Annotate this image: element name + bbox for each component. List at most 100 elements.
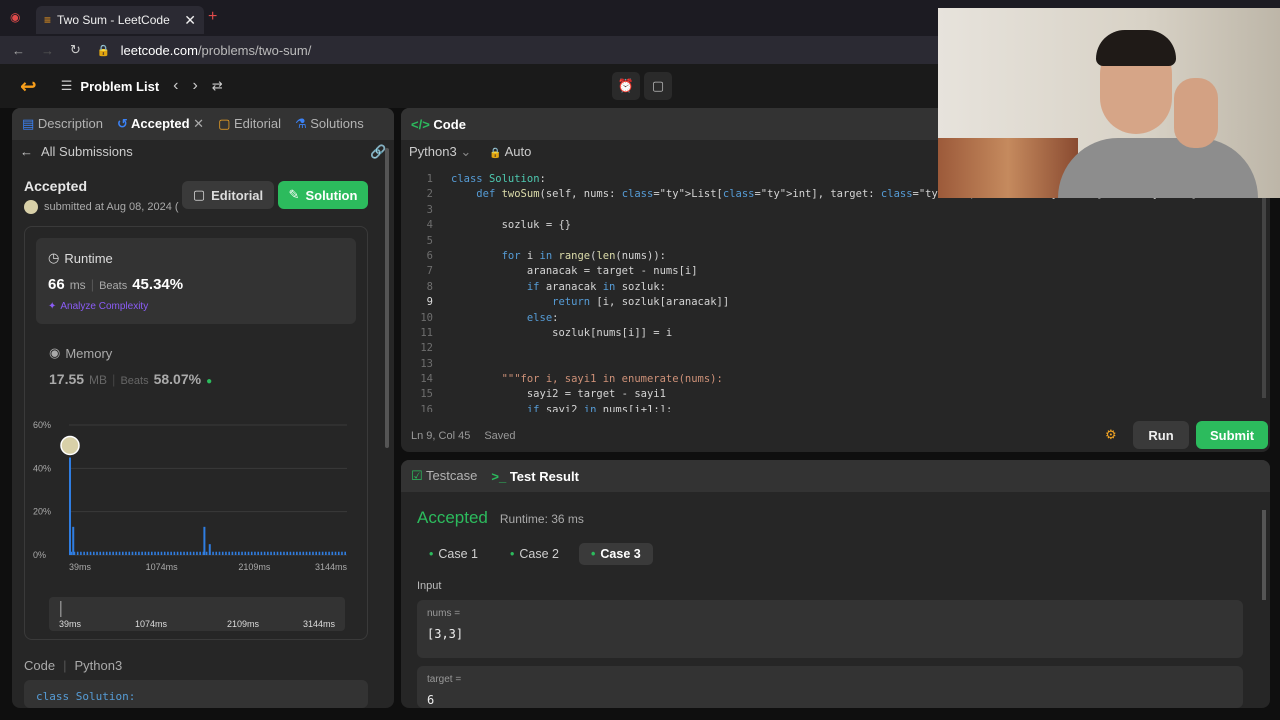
nums-input-box[interactable]: nums = [3,3] [417,600,1243,658]
chart-bar[interactable] [212,551,214,555]
code-line[interactable]: 8 if aranacak in sozluk: [409,280,1259,295]
chart-bar[interactable] [328,551,330,555]
leetcode-logo-icon[interactable]: ↩ [20,74,37,99]
code-line[interactable]: 16 if sayi2 in nums[i+1:]: [409,403,1259,412]
chart-bar-peak[interactable] [69,457,71,556]
chart-bar[interactable] [125,551,127,555]
close-tab-accepted-icon[interactable]: ✕ [193,116,204,131]
chart-bar[interactable] [257,551,259,555]
chart-bar[interactable] [131,551,134,555]
code-line[interactable]: 3 [409,203,1259,218]
chart-bar[interactable] [89,551,92,555]
chart-bar[interactable] [154,551,156,555]
chart-bar[interactable] [118,551,121,555]
run-button[interactable]: Run [1133,421,1189,449]
reload-icon[interactable]: ↻ [70,42,81,58]
chart-bar[interactable] [176,551,179,555]
browser-app-icon[interactable]: ◉ [10,10,20,24]
chart-bar[interactable] [138,551,140,555]
chart-bar[interactable] [170,551,172,555]
code-line[interactable]: 13 [409,357,1259,372]
debug-icon[interactable]: ⚙ [1105,427,1117,443]
chart-bar[interactable] [183,551,185,555]
case-2-tab[interactable]: • Case 2 [498,543,571,565]
chart-bar[interactable] [318,551,321,555]
editorial-button[interactable]: ▢ Editorial [182,181,274,209]
back-arrow-icon[interactable]: ← [12,43,25,58]
code-line[interactable]: 15 sayi2 = target - sayi1 [409,387,1259,402]
chart-bar[interactable] [76,551,79,555]
chart-bar[interactable] [102,551,105,555]
forward-arrow-icon[interactable]: → [41,43,54,58]
chart-bar[interactable] [218,551,221,555]
code-line[interactable]: 4 sozluk = {} [409,218,1259,233]
chart-bar[interactable] [260,551,263,555]
editor-scrollbar[interactable] [1262,198,1266,398]
code-line[interactable]: 11 sozluk[nums[i]] = i [409,326,1259,341]
tab-testcase[interactable]: ☑ Testcase [411,468,477,484]
chart-bar[interactable] [192,551,195,555]
chart-bar[interactable] [141,551,143,555]
problem-list-link[interactable]: Problem List [80,79,159,94]
memory-header[interactable]: ◉ Memory [49,345,112,361]
code-line[interactable]: 6 for i in range(len(nums)): [409,249,1259,264]
mini-chart-handle[interactable] [60,601,62,617]
chart-bar[interactable] [134,551,137,555]
code-line[interactable]: 5 [409,234,1259,249]
your-submission-marker[interactable] [60,435,80,456]
all-submissions-link[interactable]: ← All Submissions [20,144,133,159]
code-line[interactable]: 7 aranacak = target - nums[i] [409,264,1259,279]
chart-bar[interactable] [344,551,347,555]
left-panel-scrollbar[interactable] [385,148,389,448]
prev-problem-icon[interactable]: ‹ [173,77,178,95]
chart-bar[interactable] [279,551,282,555]
chart-bar[interactable] [221,551,224,555]
chart-bar[interactable] [273,551,276,555]
chart-bar-peak[interactable] [203,526,206,555]
chart-bar[interactable] [283,551,285,555]
chart-bar[interactable] [276,551,279,555]
analyze-complexity-link[interactable]: ✦ Analyze Complexity [48,301,148,312]
target-input-box[interactable]: target = 6 [417,666,1243,708]
chart-bar[interactable] [180,551,182,555]
chart-bar[interactable] [173,551,176,555]
chart-bar[interactable] [147,551,150,555]
tab-solutions[interactable]: ⚗ Solutions [295,116,364,132]
chart-bar[interactable] [144,551,147,555]
close-tab-icon[interactable]: ✕ [184,12,196,29]
shuffle-icon[interactable]: ⇄ [212,78,223,94]
chart-bar[interactable] [337,551,340,555]
case-3-tab[interactable]: • Case 3 [579,543,653,565]
chart-bar[interactable] [234,551,237,555]
chart-bar[interactable] [334,551,337,555]
tab-test-result[interactable]: >_ Test Result [491,469,579,484]
timer-icon[interactable]: ⏰ [612,72,640,100]
chart-bar[interactable] [305,551,308,555]
chart-bar-peak[interactable] [208,544,211,555]
share-link-icon[interactable]: 🔗 [370,144,386,160]
chart-bar[interactable] [189,551,192,555]
chart-bar[interactable] [247,551,250,555]
chart-bar[interactable] [205,551,208,555]
result-scrollbar[interactable] [1262,510,1266,600]
code-line[interactable]: 14 """for i, sayi1 in enumerate(nums): [409,372,1259,387]
chart-bar[interactable] [83,551,85,555]
chart-bar[interactable] [308,551,311,555]
chart-bar-peak[interactable] [72,526,75,555]
chart-bar[interactable] [286,551,288,555]
solution-button[interactable]: ✎ Solution [278,181,368,209]
chart-bar[interactable] [289,551,292,555]
chart-bar[interactable] [215,551,218,555]
chart-bar[interactable] [296,551,298,555]
runtime-distribution-chart[interactable]: 60% 40% 20% 0% 39ms 1074ms 2109ms 3144ms [25,417,369,587]
tab-accepted[interactable]: ↺ Accepted ✕ [117,116,204,132]
chart-bar[interactable] [228,551,230,555]
chart-bar[interactable] [270,551,272,555]
chart-bar[interactable] [99,551,102,555]
chart-bar[interactable] [325,551,327,555]
tab-code[interactable]: </> Code [411,117,466,132]
runtime-card[interactable]: ◷ Runtime 66 ms | Beats 45.34% ✦ Analyze C… [36,238,356,324]
chart-bar[interactable] [122,551,124,555]
chart-bar[interactable] [254,551,256,555]
chart-bar[interactable] [312,551,314,555]
